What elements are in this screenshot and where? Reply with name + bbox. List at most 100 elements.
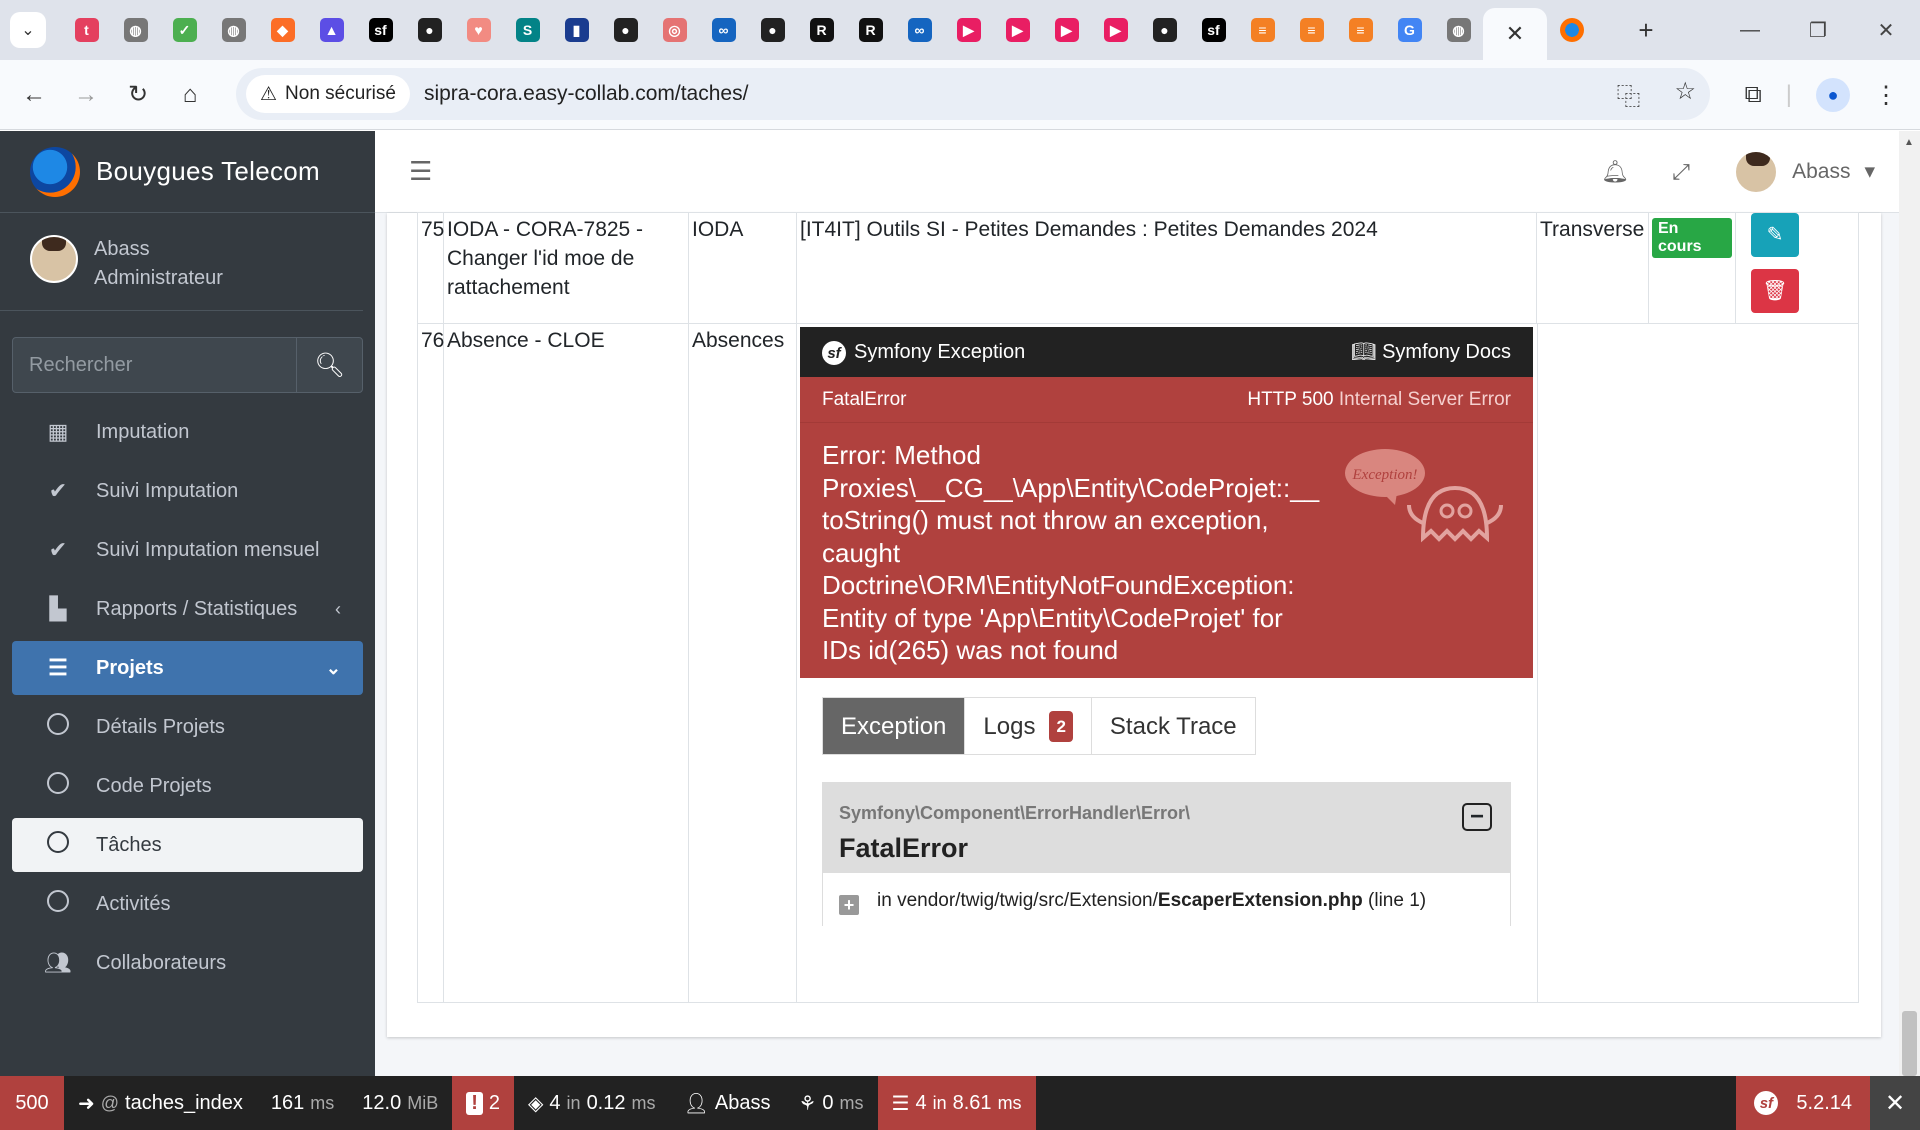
sidebar-item-code-projets[interactable]: Code Projets [12,759,363,813]
symfony-docs-link[interactable]: 📖︎ Symfony Docs [1351,338,1511,367]
scrollbar-thumb[interactable] [1902,1011,1917,1076]
browser-tab[interactable]: ≡ [1336,10,1385,50]
user-name[interactable]: Abass [94,235,223,264]
minimize-button[interactable]: — [1716,0,1784,60]
cache-info[interactable]: ◈ 4 in 0.12 ms [514,1076,669,1130]
time-info[interactable]: 161 ms [257,1076,348,1130]
edit-button[interactable]: ✎ [1751,213,1799,257]
browser-tab[interactable]: G [1385,10,1434,50]
browser-tab[interactable]: ▮ [552,10,601,50]
tab-search-button[interactable]: ⌄ [10,12,46,48]
sidebar-item-label: Collaborateurs [96,951,227,974]
browser-menu-icon[interactable]: ⋮ [1874,81,1898,110]
bell-icon[interactable]: 🔔︎ [1582,159,1648,185]
url-text[interactable]: sipra-cora.easy-collab.com/taches/ [424,82,748,106]
browser-tab[interactable]: ∞ [699,10,748,50]
browser-tab[interactable]: sf [1189,10,1238,50]
browser-tab[interactable]: ◍ [209,10,258,50]
db-count: 4 [915,1091,927,1114]
user-menu[interactable]: Abass ▾ [1734,149,1875,194]
fullscreen-icon[interactable]: ⤢ [1648,159,1714,185]
browser-tab[interactable]: ◍ [1434,10,1483,50]
route-info[interactable]: ➜ @ taches_index [64,1076,257,1130]
sidebar-item-taches[interactable]: Tâches [12,818,363,872]
sidebar-item-rapports[interactable]: ▙ Rapports / Statistiques ‹ [12,582,363,636]
search-input[interactable] [13,338,296,392]
r-icon: R [809,18,834,42]
browser-tab[interactable]: ▶ [1091,10,1140,50]
sidebar-item-projets[interactable]: ☰ Projets ⌄ [12,641,363,695]
browser-tab[interactable]: sf [356,10,405,50]
sidebar-item-collaborateurs[interactable]: 👥︎ Collaborateurs [12,936,363,990]
search-button[interactable]: 🔍︎ [296,338,362,392]
browser-tab[interactable]: ● [405,10,454,50]
browser-tab[interactable]: ◆ [258,10,307,50]
chevron-down-icon: ⌄ [325,657,341,678]
browser-tab[interactable]: ● [601,10,650,50]
expand-icon[interactable]: + [839,895,859,915]
brand-link[interactable]: Bouygues Telecom [0,131,375,213]
translate-icon[interactable]: ⿻ [1616,77,1640,112]
reload-button[interactable]: ↻ [112,69,164,121]
sidebar-item-details-projets[interactable]: Détails Projets [12,700,363,754]
globe-icon: ◍ [123,18,148,42]
sidebar-item-imputation[interactable]: ▦ Imputation [12,405,363,459]
security-chip[interactable]: ⚠ Non sécurisé [246,75,410,113]
browser-tab[interactable]: ◍ [111,10,160,50]
symfony-version[interactable]: sf 5.2.14 [1736,1076,1870,1130]
route-name: taches_index [125,1091,243,1114]
db-info[interactable]: ☰ 4 in 8.61 ms [877,1076,1036,1130]
browser-tab[interactable]: R [846,10,895,50]
forward-button[interactable]: → [60,69,112,121]
errors-info[interactable]: ! 2 [452,1076,515,1130]
status-code[interactable]: 500 [0,1076,64,1130]
sidebar-item-label: Suivi Imputation [96,479,239,502]
browser-tab[interactable]: ● [1140,10,1189,50]
tab-exception[interactable]: Exception [823,698,966,754]
trace-line[interactable]: + in vendor/twig/twig/src/Extension/Esca… [823,873,1510,927]
browser-tab[interactable]: ♥ [454,10,503,50]
page-scrollbar[interactable]: ▲ [1899,131,1920,1076]
profile-icon[interactable]: ● [1816,78,1850,112]
sidebar-item-suivi-imputation[interactable]: ✔ Suivi Imputation [12,464,363,518]
browser-tab[interactable]: ▶ [944,10,993,50]
browser-tab[interactable]: ▲ [307,10,356,50]
address-bar[interactable]: ⚠ Non sécurisé sipra-cora.easy-collab.co… [236,68,1710,120]
sidebar-item-suivi-imputation-mensuel[interactable]: ✔ Suivi Imputation mensuel [12,523,363,577]
error-class: FatalError [822,389,907,410]
restore-button[interactable]: ❐ [1784,0,1852,60]
menu-toggle-icon[interactable]: ☰ [409,156,432,187]
browser-tab[interactable]: t [62,10,111,50]
browser-tab[interactable]: ≡ [1287,10,1336,50]
browser-tab[interactable]: ● [748,10,797,50]
browser-tab[interactable]: ▶ [1042,10,1091,50]
flag-icon: ▮ [564,18,589,42]
browser-tab[interactable]: R [797,10,846,50]
sidebar-item-activites[interactable]: Activités [12,877,363,931]
browser-tab[interactable]: ≡ [1238,10,1287,50]
tab-bouygues[interactable] [1547,10,1596,50]
user-info[interactable]: 👤︎ Abass [670,1076,785,1130]
bookmark-star-icon[interactable]: ☆ [1674,77,1696,112]
home-button[interactable]: ⌂ [164,69,216,121]
browser-tab[interactable]: ▶ [993,10,1042,50]
toolbar-close-button[interactable]: ✕ [1870,1076,1920,1130]
browser-tab[interactable]: ◎ [650,10,699,50]
browser-tab[interactable]: ∞ [895,10,944,50]
close-window-button[interactable]: ✕ [1852,0,1920,60]
extensions-icon[interactable]: ⧉ [1745,81,1762,109]
scroll-up-icon[interactable]: ▲ [1904,137,1914,148]
collapse-icon[interactable]: − [1462,803,1492,831]
memory-info[interactable]: 12.0 MiB [348,1076,452,1130]
browser-tab[interactable]: ✓ [160,10,209,50]
back-button[interactable]: ← [8,69,60,121]
new-tab-button[interactable]: + [1626,15,1666,46]
browser-tab[interactable]: S [503,10,552,50]
db-unit: ms [997,1092,1022,1113]
tab-logs[interactable]: Logs 2 [965,698,1092,754]
active-tab-close-button[interactable]: ✕ [1483,8,1547,60]
tab-stack-trace[interactable]: Stack Trace [1092,698,1255,754]
twig-info[interactable]: ⚘ 0 ms [784,1076,877,1130]
delete-button[interactable]: 🗑︎ [1751,269,1799,313]
trace-header[interactable]: Symfony\Component\ErrorHandler\Error\ Fa… [823,783,1510,873]
